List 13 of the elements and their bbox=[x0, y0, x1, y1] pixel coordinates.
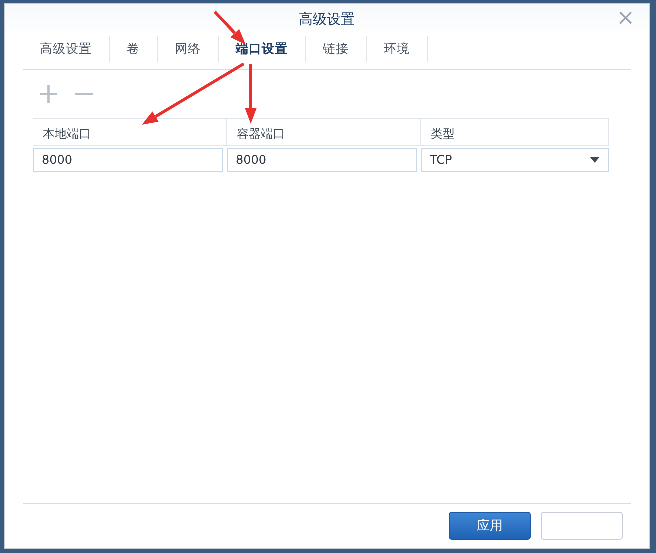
tab[interactable]: 环境 bbox=[367, 36, 428, 62]
input-field[interactable]: 8000 bbox=[227, 148, 417, 172]
tab[interactable]: 网络 bbox=[158, 36, 219, 62]
column-header: 类型 bbox=[421, 119, 609, 145]
tab[interactable]: 高级设置 bbox=[23, 36, 110, 62]
tab[interactable]: 链接 bbox=[306, 36, 367, 62]
secondary-button[interactable] bbox=[541, 512, 623, 540]
input-field[interactable]: 8000 bbox=[33, 148, 223, 172]
caret-icon bbox=[590, 157, 600, 163]
window-title: 高级设置 bbox=[299, 11, 355, 29]
dropdown[interactable]: TCP bbox=[421, 148, 609, 172]
apply-button[interactable]: 应用 bbox=[449, 512, 531, 540]
tab[interactable]: 卷 bbox=[110, 36, 158, 62]
